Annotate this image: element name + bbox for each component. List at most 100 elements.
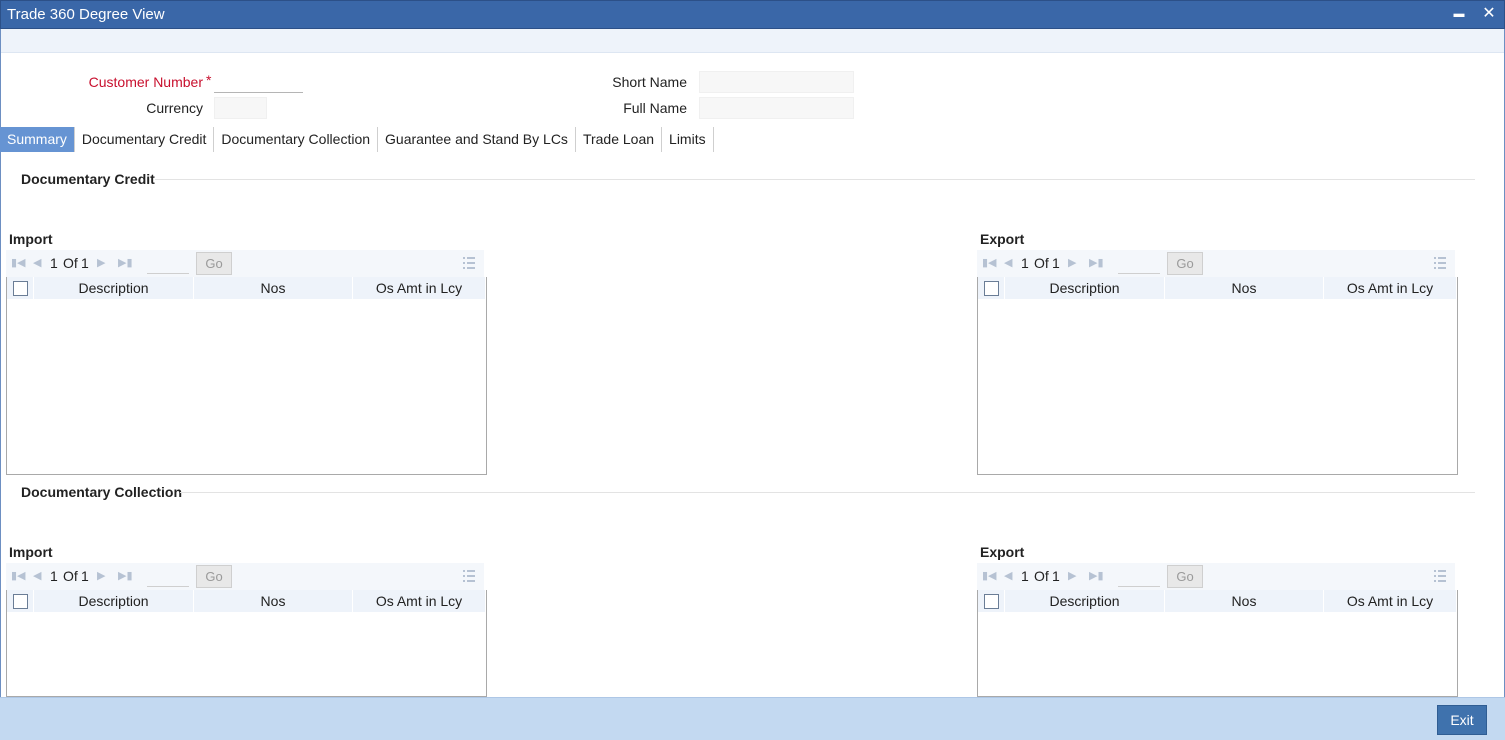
tab-limits[interactable]: Limits [662, 127, 714, 152]
tab-trade-loan[interactable]: Trade Loan [576, 127, 663, 152]
grid-header-row: Description Nos Os Amt in Lcy [7, 590, 486, 612]
go-button[interactable]: Go [1167, 252, 1203, 275]
select-all-cell [7, 590, 34, 612]
close-icon[interactable]: ✕ [1479, 4, 1499, 24]
page-of-label: Of [63, 255, 78, 271]
previous-page-icon[interactable]: ◀ [33, 569, 41, 582]
previous-page-icon[interactable]: ◀ [1004, 256, 1012, 269]
column-settings-icon[interactable] [463, 256, 475, 270]
go-button[interactable]: Go [196, 565, 232, 588]
tab-guarantee-and-stand-by-lcs[interactable]: Guarantee and Stand By LCs [378, 127, 576, 152]
column-header-nos[interactable]: Nos [194, 277, 353, 299]
section-divider [155, 179, 1475, 180]
column-header-os-amt-in-lcy[interactable]: Os Amt in Lcy [1324, 590, 1457, 612]
go-button[interactable]: Go [1167, 565, 1203, 588]
grid-pager: ▮◀ ◀ 1 Of 1 ▶ ▶▮ Go [977, 250, 1455, 277]
next-page-icon[interactable]: ▶ [1068, 569, 1076, 582]
column-header-nos[interactable]: Nos [1165, 590, 1324, 612]
column-settings-icon[interactable] [1434, 256, 1446, 270]
column-header-os-amt-in-lcy[interactable]: Os Amt in Lcy [1324, 277, 1457, 299]
dcol-import-title: Import [9, 544, 53, 560]
column-header-description[interactable]: Description [1005, 590, 1165, 612]
last-page-icon[interactable]: ▶▮ [118, 256, 133, 269]
section-divider [180, 492, 1475, 493]
full-name-input[interactable] [699, 97, 854, 119]
column-header-nos[interactable]: Nos [194, 590, 353, 612]
window-title: Trade 360 Degree View [7, 6, 165, 23]
dcol-export-title: Export [980, 544, 1025, 560]
select-all-cell [7, 277, 34, 299]
column-header-description[interactable]: Description [34, 277, 194, 299]
full-name-label: Full Name [623, 100, 687, 116]
short-name-input[interactable] [699, 71, 854, 93]
grid-body: Description Nos Os Amt in Lcy [977, 590, 1458, 697]
documentary-collection-section-title: Documentary Collection [21, 484, 183, 500]
dcol-import-grid: ▮◀ ◀ 1 Of 1 ▶ ▶▮ Go Description Nos Os A… [6, 563, 487, 697]
page-of-label: Of [1034, 568, 1049, 584]
short-name-label: Short Name [612, 74, 687, 90]
grid-body: Description Nos Os Amt in Lcy [977, 277, 1458, 475]
select-all-checkbox[interactable] [983, 280, 999, 296]
page-current: 1 [50, 568, 58, 584]
column-settings-icon[interactable] [463, 569, 475, 583]
last-page-icon[interactable]: ▶▮ [118, 569, 133, 582]
grid-pager: ▮◀ ◀ 1 Of 1 ▶ ▶▮ Go [6, 563, 484, 590]
window-titlebar: Trade 360 Degree View ▬ ✕ [0, 0, 1505, 29]
grid-body: Description Nos Os Amt in Lcy [6, 277, 487, 475]
first-page-icon[interactable]: ▮◀ [982, 569, 997, 582]
first-page-icon[interactable]: ▮◀ [11, 569, 26, 582]
page-number-input[interactable] [1118, 254, 1160, 274]
page-number-input[interactable] [147, 567, 189, 587]
column-header-description[interactable]: Description [1005, 277, 1165, 299]
dc-export-title: Export [980, 231, 1025, 247]
currency-input[interactable] [214, 97, 267, 119]
column-header-nos[interactable]: Nos [1165, 277, 1324, 299]
select-all-cell [978, 277, 1005, 299]
select-all-checkbox[interactable] [12, 280, 28, 296]
first-page-icon[interactable]: ▮◀ [11, 256, 26, 269]
dc-import-title: Import [9, 231, 53, 247]
required-asterisk: * [206, 72, 212, 88]
grid-pager: ▮◀ ◀ 1 Of 1 ▶ ▶▮ Go [6, 250, 484, 277]
select-all-cell [978, 590, 1005, 612]
page-of-label: Of [63, 568, 78, 584]
exit-button[interactable]: Exit [1437, 705, 1487, 735]
column-header-os-amt-in-lcy[interactable]: Os Amt in Lcy [353, 590, 486, 612]
toolbar-strip [1, 29, 1504, 53]
next-page-icon[interactable]: ▶ [97, 256, 105, 269]
page-number-input[interactable] [1118, 567, 1160, 587]
page-number-input[interactable] [147, 254, 189, 274]
previous-page-icon[interactable]: ◀ [1004, 569, 1012, 582]
page-total: 1 [81, 568, 89, 584]
column-settings-icon[interactable] [1434, 569, 1446, 583]
documentary-credit-section-title: Documentary Credit [21, 171, 155, 187]
go-button[interactable]: Go [196, 252, 232, 275]
footer-bar: Exit [0, 697, 1505, 740]
column-header-description[interactable]: Description [34, 590, 194, 612]
previous-page-icon[interactable]: ◀ [33, 256, 41, 269]
first-page-icon[interactable]: ▮◀ [982, 256, 997, 269]
tab-summary[interactable]: Summary [0, 127, 75, 152]
grid-pager: ▮◀ ◀ 1 Of 1 ▶ ▶▮ Go [977, 563, 1455, 590]
grid-header-row: Description Nos Os Amt in Lcy [978, 590, 1457, 612]
page-total: 1 [1052, 255, 1060, 271]
currency-label: Currency [146, 100, 203, 116]
grid-header-row: Description Nos Os Amt in Lcy [7, 277, 486, 299]
tab-bar: Summary Documentary Credit Documentary C… [0, 127, 714, 152]
tab-documentary-credit[interactable]: Documentary Credit [75, 127, 215, 152]
next-page-icon[interactable]: ▶ [1068, 256, 1076, 269]
select-all-checkbox[interactable] [983, 593, 999, 609]
dc-import-grid: ▮◀ ◀ 1 Of 1 ▶ ▶▮ Go Description Nos Os A… [6, 250, 487, 475]
last-page-icon[interactable]: ▶▮ [1089, 569, 1104, 582]
customer-number-input[interactable] [214, 71, 303, 93]
next-page-icon[interactable]: ▶ [97, 569, 105, 582]
page-current: 1 [1021, 255, 1029, 271]
last-page-icon[interactable]: ▶▮ [1089, 256, 1104, 269]
customer-number-label: Customer Number [88, 74, 203, 90]
tab-documentary-collection[interactable]: Documentary Collection [214, 127, 379, 152]
select-all-checkbox[interactable] [12, 593, 28, 609]
column-header-os-amt-in-lcy[interactable]: Os Amt in Lcy [353, 277, 486, 299]
page-total: 1 [1052, 568, 1060, 584]
minimize-icon[interactable]: ▬ [1449, 4, 1469, 24]
grid-header-row: Description Nos Os Amt in Lcy [978, 277, 1457, 299]
